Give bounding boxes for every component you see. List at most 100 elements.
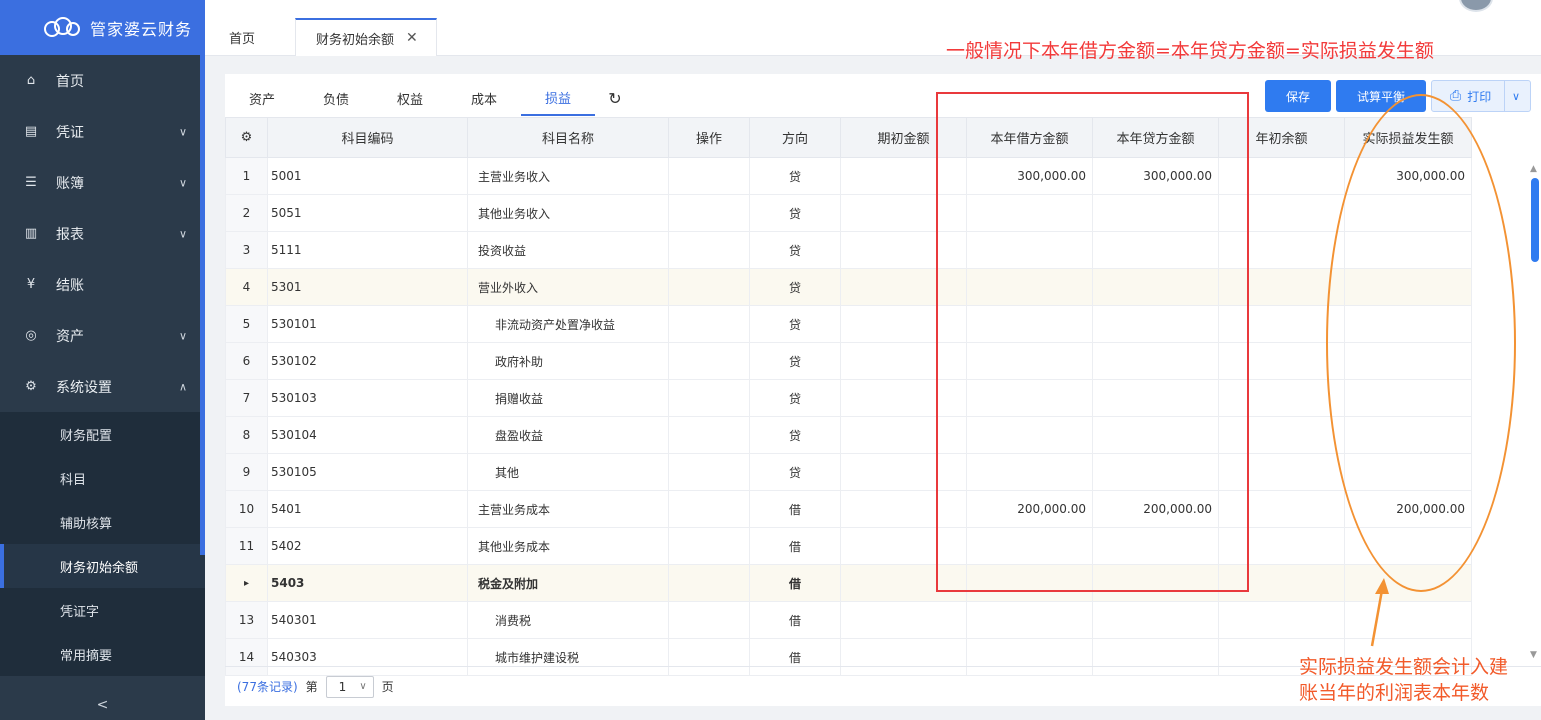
account-name-cell[interactable]: 主营业务收入: [467, 157, 669, 195]
account-name-cell[interactable]: 捐赠收益: [467, 379, 669, 417]
account-code-cell[interactable]: 530104: [267, 416, 468, 454]
account-code-cell[interactable]: 530105: [267, 453, 468, 491]
sidebar-item-label: 账簿: [56, 175, 84, 192]
sidebar-item-voucher[interactable]: ▤ 凭证 ∨: [0, 106, 205, 157]
account-name-cell[interactable]: 其他业务成本: [467, 527, 669, 565]
tab-liabilities[interactable]: 负债: [299, 80, 373, 116]
account-name-cell[interactable]: 投资收益: [467, 231, 669, 269]
sidebar-item-closing[interactable]: ¥ 结账: [0, 259, 205, 310]
account-code-cell[interactable]: 530103: [267, 379, 468, 417]
cloud-logo-icon: [44, 16, 80, 39]
avatar[interactable]: [1459, 0, 1493, 12]
row-index: 3: [225, 231, 268, 269]
table-row[interactable]: 1 5001 主营业务收入贷 300,000.00 300,000.00 300,000.…: [225, 157, 1472, 195]
tab-home[interactable]: 首页: [229, 18, 255, 56]
account-name-cell[interactable]: 盘盈收益: [467, 416, 669, 454]
column-settings-icon[interactable]: ⚙: [225, 117, 268, 158]
account-code-cell[interactable]: 5402: [267, 527, 468, 565]
sidebar-subitem-voucher-type[interactable]: 凭证字: [0, 588, 205, 632]
operation-cell[interactable]: [668, 453, 750, 491]
table-row[interactable]: 4 5301 营业外收入 贷: [225, 268, 1472, 306]
tab-cost[interactable]: 成本: [447, 80, 521, 116]
brand-logo[interactable]: 管家婆云财务: [0, 0, 205, 55]
account-code-cell[interactable]: 5001: [267, 157, 468, 195]
account-code-cell[interactable]: 540301: [267, 601, 468, 639]
account-code-cell[interactable]: 5403: [267, 564, 468, 602]
table-row[interactable]: 13 540301 消费税 借: [225, 601, 1472, 639]
table-row[interactable]: 9 530105 其他 贷: [225, 453, 1472, 491]
sidebar-subitem-accounts[interactable]: 科目: [0, 456, 205, 500]
operation-cell[interactable]: [668, 490, 750, 528]
scroll-up-icon[interactable]: ▲: [1530, 164, 1537, 174]
sidebar-item-reports[interactable]: ▥ 报表 ∨: [0, 208, 205, 259]
close-icon[interactable]: ✕: [406, 30, 418, 46]
account-name-cell[interactable]: 营业外收入: [467, 268, 669, 306]
table-row[interactable]: 8 530104 盘盈收益 贷: [225, 416, 1472, 454]
collapse-sidebar-button[interactable]: <: [0, 690, 205, 720]
save-button[interactable]: 保存: [1265, 80, 1331, 112]
account-code-cell[interactable]: 5401: [267, 490, 468, 528]
account-code-cell[interactable]: 530101: [267, 305, 468, 343]
operation-cell[interactable]: [668, 527, 750, 565]
account-name-cell[interactable]: 税金及附加: [467, 564, 669, 602]
table-row[interactable]: 11 5402 其他业务成本 借: [225, 527, 1472, 565]
operation-cell[interactable]: [668, 564, 750, 602]
account-code-cell[interactable]: 5111: [267, 231, 468, 269]
sidebar-subitem-finance-config[interactable]: 财务配置: [0, 412, 205, 456]
table-row[interactable]: 3 5111 投资收益 贷: [225, 231, 1472, 269]
operation-cell[interactable]: [668, 268, 750, 306]
refresh-icon[interactable]: ↻: [595, 80, 635, 116]
operation-cell[interactable]: [668, 601, 750, 639]
opening-amount-cell[interactable]: [840, 601, 967, 639]
operation-cell[interactable]: [668, 379, 750, 417]
table-row[interactable]: 6 530102 政府补助 贷: [225, 342, 1472, 380]
tab-profit-loss[interactable]: 损益: [521, 80, 595, 116]
operation-cell[interactable]: [668, 231, 750, 269]
account-name-cell[interactable]: 消费税: [467, 601, 669, 639]
sidebar-item-ledger[interactable]: ☰ 账簿 ∨: [0, 157, 205, 208]
operation-cell[interactable]: [668, 342, 750, 380]
tab-assets[interactable]: 资产: [225, 80, 299, 116]
system-settings-submenu: 财务配置 科目 辅助核算 财务初始余额 凭证字 常用摘要: [0, 412, 205, 676]
annotation-bottom: 实际损益发生额会计入建 账当年的利润表本年数: [1299, 654, 1539, 706]
debit-amount-cell[interactable]: [966, 601, 1093, 639]
sidebar-subitem-initial-balance[interactable]: 财务初始余额: [0, 544, 205, 588]
sidebar-item-system-settings[interactable]: ⚙ 系统设置 ∧: [0, 361, 205, 412]
account-name-cell[interactable]: 其他业务收入: [467, 194, 669, 232]
column-header[interactable]: 科目编码: [267, 117, 468, 158]
year-start-balance-cell[interactable]: [1218, 601, 1345, 639]
sidebar-subitem-auxiliary[interactable]: 辅助核算: [0, 500, 205, 544]
scroll-thumb[interactable]: [1531, 178, 1539, 262]
sidebar-subitem-common-summary[interactable]: 常用摘要: [0, 632, 205, 676]
account-code-cell[interactable]: 5051: [267, 194, 468, 232]
column-header[interactable]: 操作: [668, 117, 750, 158]
tab-initial-balance[interactable]: 财务初始余额 ✕: [295, 18, 437, 56]
page-select[interactable]: 1 ∨: [325, 675, 374, 698]
account-code-cell[interactable]: 530102: [267, 342, 468, 380]
table-row[interactable]: 7 530103 捐赠收益 贷: [225, 379, 1472, 417]
balance-table: ⚙ 科目编码 科目名称 操作 方向 期初金额 本年借方金额 本年贷方金额 年初余…: [225, 117, 1472, 676]
account-name-cell[interactable]: 主营业务成本: [467, 490, 669, 528]
chevron-down-icon[interactable]: ∨: [1512, 90, 1520, 103]
table-row[interactable]: ▸ 5403 税金及附加 借: [225, 564, 1472, 602]
sidebar-scrollbar[interactable]: [200, 55, 205, 555]
credit-amount-cell[interactable]: [1092, 601, 1219, 639]
account-code-cell[interactable]: 5301: [267, 268, 468, 306]
operation-cell[interactable]: [668, 416, 750, 454]
table-row[interactable]: 2 5051 其他业务收入 贷: [225, 194, 1472, 232]
column-header[interactable]: 科目名称: [467, 117, 669, 158]
tab-label: 财务初始余额: [316, 32, 395, 48]
operation-cell[interactable]: [668, 194, 750, 232]
operation-cell[interactable]: [668, 305, 750, 343]
column-header[interactable]: 方向: [749, 117, 841, 158]
account-name-cell[interactable]: 非流动资产处置净收益: [467, 305, 669, 343]
tab-equity[interactable]: 权益: [373, 80, 447, 116]
table-scrollbar[interactable]: ▲ ▼: [1527, 164, 1541, 664]
table-row[interactable]: 10 5401 主营业务成本借 200,000.00 200,000.00 200,000…: [225, 490, 1472, 528]
operation-cell[interactable]: [668, 157, 750, 195]
account-name-cell[interactable]: 其他: [467, 453, 669, 491]
table-row[interactable]: 5 530101 非流动资产处置净收益 贷: [225, 305, 1472, 343]
sidebar-item-assets[interactable]: ◎ 资产 ∨: [0, 310, 205, 361]
account-name-cell[interactable]: 政府补助: [467, 342, 669, 380]
sidebar-item-home[interactable]: ⌂ 首页: [0, 55, 205, 106]
